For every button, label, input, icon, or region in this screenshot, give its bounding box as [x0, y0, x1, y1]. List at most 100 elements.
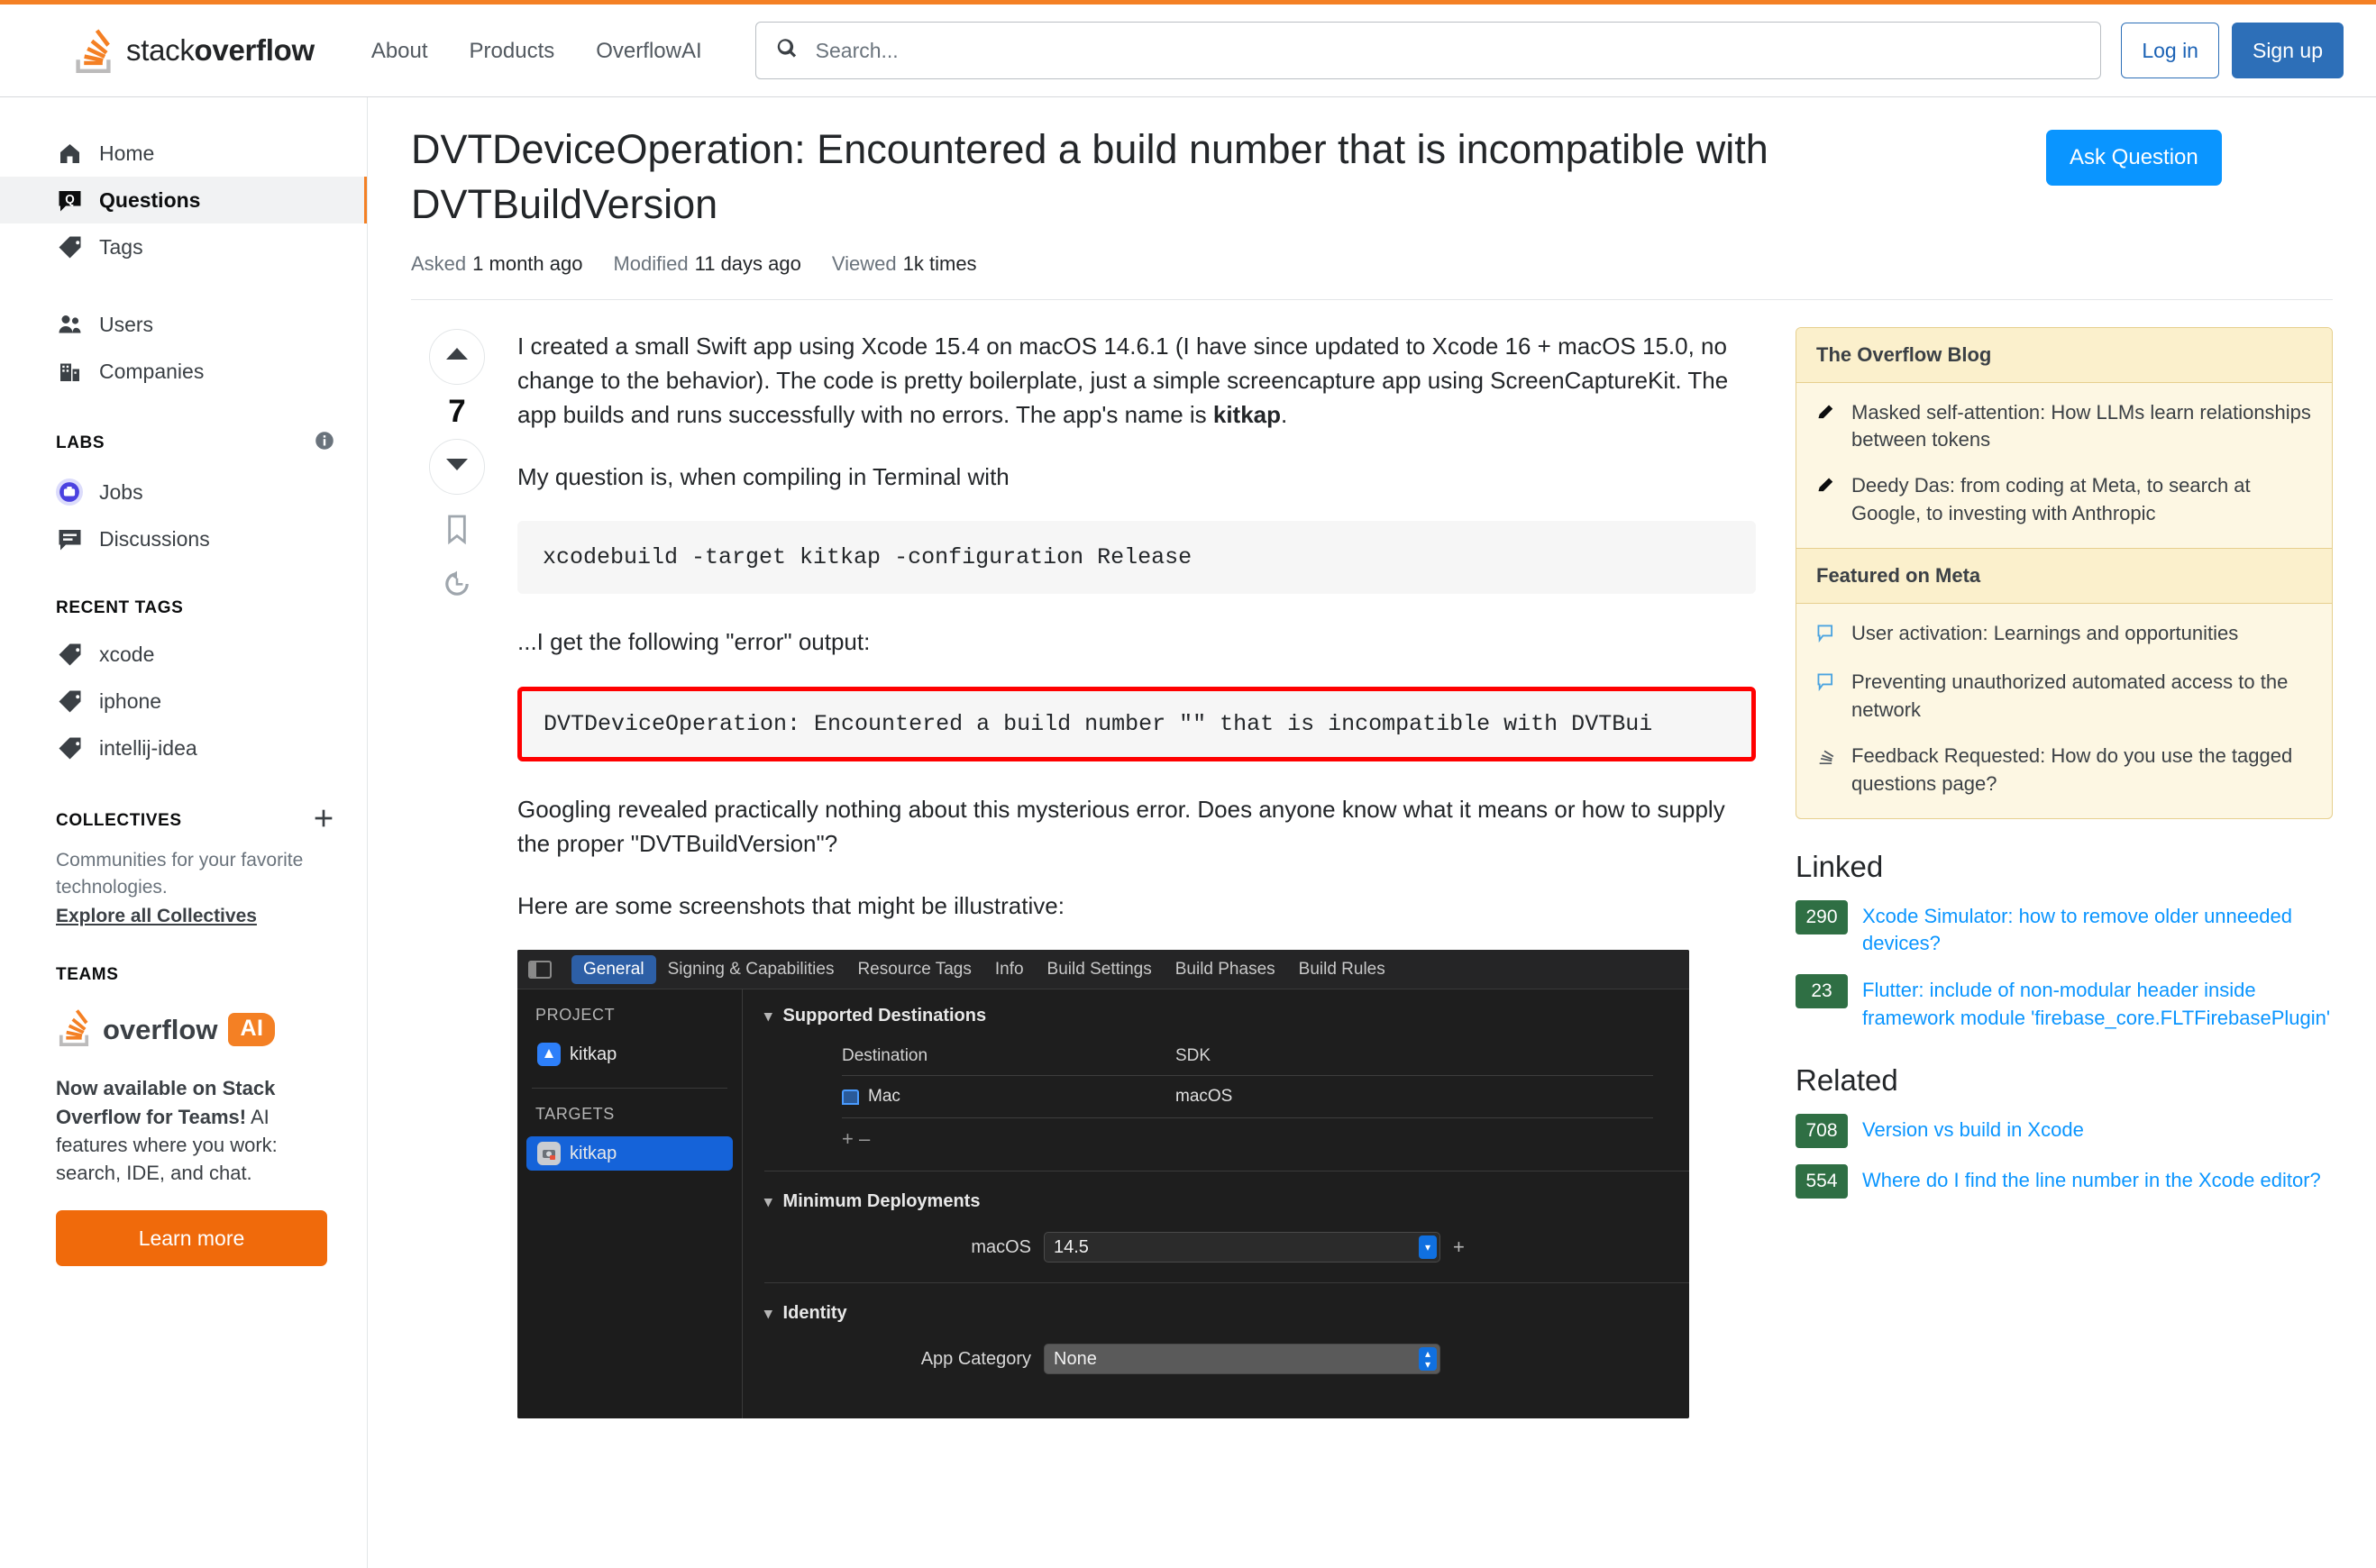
teams-heading-label: TEAMS [56, 965, 119, 985]
related-item-title[interactable]: Version vs build in Xcode [1862, 1114, 2084, 1144]
sidebar-item-tags[interactable]: Tags [0, 223, 367, 270]
linked-heading: Linked [1796, 849, 1884, 883]
history-icon[interactable] [443, 570, 471, 603]
xcode-tab-build-rules[interactable]: Build Rules [1287, 955, 1397, 984]
featured-on-meta-heading: Featured on Meta [1796, 547, 2332, 604]
recent-tag-label: iphone [99, 688, 162, 713]
sidebar-toggle-icon[interactable] [528, 960, 552, 979]
question-post: 7 I created a small Swift app using Xcod… [411, 300, 1756, 1568]
sidebar-item-questions[interactable]: Q Questions [0, 177, 367, 223]
plus-icon[interactable] [313, 807, 334, 834]
post-paragraph-2: My question is, when compiling in Termin… [517, 462, 1010, 490]
sidebar-item-users[interactable]: Users [0, 301, 367, 348]
code-block-error-highlighted: DVTDeviceOperation: Encountered a build … [517, 686, 1756, 761]
sidebar-item-home[interactable]: Home [0, 130, 367, 177]
linked-item-title[interactable]: Flutter: include of non-modular header i… [1862, 974, 2333, 1033]
xcode-project-row[interactable]: kitkap [526, 1037, 733, 1071]
overflowai-logo-text: overflow [103, 1013, 218, 1045]
blog-item[interactable]: Masked self-attention: How LLMs learn re… [1816, 399, 2312, 455]
related-item[interactable]: 554 Where do I find the line number in t… [1796, 1163, 2333, 1199]
meta-item[interactable]: Preventing unauthorized automated access… [1816, 669, 2312, 725]
xcode-tab-info[interactable]: Info [983, 955, 1036, 984]
sidebar-item-label: Users [99, 312, 154, 336]
related-item-title[interactable]: Where do I find the line number in the X… [1862, 1164, 2321, 1195]
meta-item[interactable]: Feedback Requested: How do you use the t… [1816, 743, 2312, 798]
meta-asked-value: 1 month ago [472, 251, 583, 275]
code-block-command: xcodebuild -target kitkap -configuration… [517, 521, 1756, 595]
xcode-group-label: Identity [782, 1303, 847, 1324]
recent-tag-label: xcode [99, 642, 155, 666]
meta-item[interactable]: User activation: Learnings and opportuni… [1816, 620, 2312, 652]
xcode-target-row[interactable]: kitkap [526, 1136, 733, 1171]
collectives-description: Communities for your favorite technologi… [56, 850, 304, 898]
xcode-tab-general[interactable]: General [571, 954, 656, 984]
briefcase-icon [56, 479, 83, 506]
status-badge: 23 [1796, 974, 1848, 1009]
meta-asked: Asked 1 month ago [411, 252, 582, 276]
nav-overflowai[interactable]: OverflowAI [575, 5, 722, 97]
xcode-tab-signing-capabilities[interactable]: Signing & Capabilities [656, 955, 846, 984]
stackoverflow-logo[interactable]: stackoverflow [72, 28, 315, 73]
blog-item[interactable]: Deedy Das: from coding at Meta, to searc… [1816, 472, 2312, 528]
post-paragraph-1-part-a: I created a small Swift app using Xcode … [517, 332, 1729, 429]
teams-promo-card: overflow AI Now available on Stack Overf… [0, 1008, 367, 1267]
linked-item[interactable]: 23 Flutter: include of non-modular heade… [1796, 974, 2333, 1033]
xcode-project-navigator: PROJECT kitkap TARGETS kitkap [517, 989, 743, 1419]
signup-button[interactable]: Sign up [2231, 23, 2344, 78]
nav-products[interactable]: Products [449, 5, 576, 97]
meta-viewed: Viewed 1k times [832, 252, 977, 276]
discussion-icon [56, 525, 83, 552]
collectives-description-block: Communities for your favorite technologi… [0, 847, 367, 929]
comment-icon [1816, 669, 1838, 725]
question-bubble-icon: Q [56, 187, 83, 214]
ask-question-button[interactable]: Ask Question [2046, 130, 2222, 186]
info-icon[interactable] [315, 431, 334, 456]
chevron-down-icon[interactable]: ▾ [1419, 1235, 1437, 1260]
linked-item-title[interactable]: Xcode Simulator: how to remove older unn… [1862, 900, 2333, 959]
xcode-tab-resource-tags[interactable]: Resource Tags [845, 955, 982, 984]
stepper-updown-icon[interactable]: ▴ ▾ [1419, 1347, 1437, 1372]
add-deployment-icon[interactable]: + [1453, 1235, 1465, 1259]
collectives-heading-row: COLLECTIVES [0, 807, 367, 834]
post-body: I created a small Swift app using Xcode … [503, 329, 1756, 1568]
upvote-button[interactable] [429, 328, 485, 385]
meta-asked-label: Asked [411, 251, 467, 275]
xcode-group-supported-destinations[interactable]: ▾ Supported Destinations [764, 1006, 1689, 1026]
related-heading: Related [1796, 1062, 1898, 1097]
app-category-select[interactable]: None ▴ ▾ [1044, 1344, 1440, 1375]
recent-tag-intellij-idea[interactable]: intellij-idea [0, 725, 367, 771]
linked-item[interactable]: 290 Xcode Simulator: how to remove older… [1796, 899, 2333, 959]
meta-modified-value: 11 days ago [694, 251, 801, 275]
post-paragraph-3: ...I get the following "error" output: [517, 628, 871, 656]
stacks-icon [1816, 743, 1838, 798]
xcode-group-minimum-deployments[interactable]: ▾ Minimum Deployments [764, 1191, 1689, 1212]
related-item[interactable]: 708 Version vs build in Xcode [1796, 1113, 2333, 1148]
downvote-arrow-icon [443, 455, 471, 478]
nav-about[interactable]: About [351, 5, 449, 97]
xcode-group-label: Supported Destinations [782, 1006, 987, 1026]
login-button[interactable]: Log in [2121, 23, 2219, 78]
recent-tag-iphone[interactable]: iphone [0, 678, 367, 725]
learn-more-button[interactable]: Learn more [56, 1210, 327, 1267]
vote-cell: 7 [411, 328, 503, 1568]
explore-all-collectives-link[interactable]: Explore all Collectives [56, 903, 257, 930]
xcode-group-identity[interactable]: ▾ Identity [764, 1303, 1689, 1324]
bookmark-icon[interactable] [443, 515, 471, 550]
sidebar-item-label: Companies [99, 359, 205, 383]
xcode-tab-build-phases[interactable]: Build Phases [1164, 955, 1287, 984]
downvote-button[interactable] [429, 438, 485, 495]
xcode-tab-build-settings[interactable]: Build Settings [1036, 955, 1164, 984]
tag-icon [56, 641, 83, 668]
destination-label: Mac [868, 1087, 900, 1107]
xcode-project-heading: PROJECT [535, 1006, 616, 1025]
search-input[interactable] [754, 22, 2102, 79]
teams-description: Now available on Stack Overflow for Team… [56, 1074, 327, 1187]
sidebar-item-jobs[interactable]: Jobs [0, 469, 367, 515]
blog-item-title: Masked self-attention: How LLMs learn re… [1851, 400, 2311, 451]
macos-version-select[interactable]: 14.5 ▾ [1044, 1232, 1440, 1263]
sidebar-item-companies[interactable]: Companies [0, 348, 367, 395]
sidebar-item-discussions[interactable]: Discussions [0, 515, 367, 562]
camera-app-icon [537, 1142, 561, 1166]
recent-tag-xcode[interactable]: xcode [0, 631, 367, 678]
add-remove-destination-controls[interactable]: + – [842, 1118, 1653, 1151]
